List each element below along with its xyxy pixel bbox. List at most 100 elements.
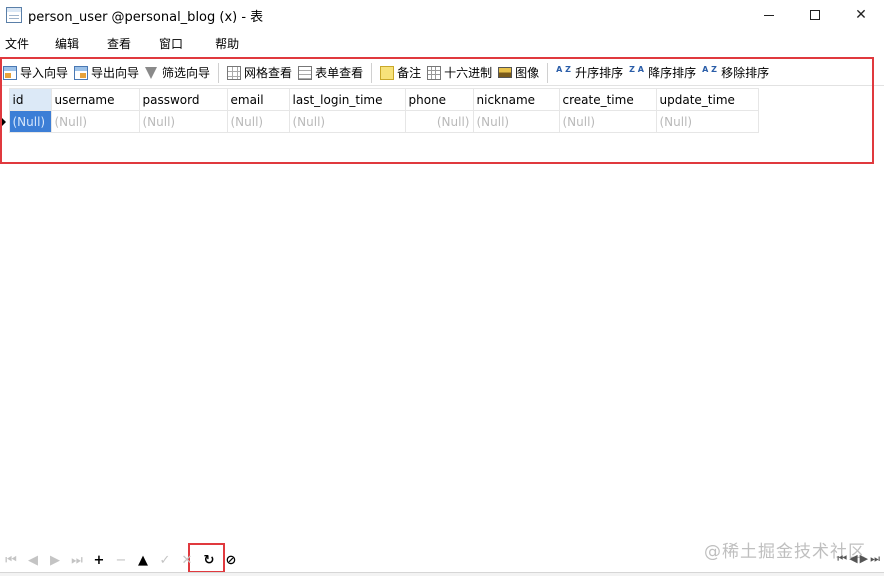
column-header-password[interactable]: password [138,88,228,111]
table-cell-id[interactable]: (Null) [8,110,52,133]
sort-desc-label: 降序排序 [648,66,697,80]
grid-view-button[interactable]: 网格查看 [224,62,295,84]
column-header-username[interactable]: username [50,88,140,111]
minimize-icon [764,14,774,16]
column-header-phone[interactable]: phone [404,88,474,111]
note-icon [380,65,395,80]
row-marker-header [0,88,9,111]
data-grid: id username password email last_login_ti… [0,88,759,133]
form-view-button[interactable]: 表单查看 [295,62,366,84]
table-icon [6,7,22,23]
apply-changes-button[interactable]: ✓ [154,549,176,571]
add-record-button[interactable]: + [88,549,110,571]
toolbar-divider [371,62,373,83]
menu-bar: 文件 编辑 查看 窗口 帮助 [0,32,241,54]
last-record-icon: ⏭ [71,552,83,568]
stop-icon: ⊘ [225,552,237,568]
check-icon: ✓ [159,552,171,568]
import-icon [3,65,17,80]
memo-button[interactable]: 备注 [377,62,424,84]
column-header-nickname[interactable]: nickname [472,88,560,111]
last-record-button[interactable]: ⏭ [66,549,88,571]
export-icon [74,65,89,80]
discard-changes-button[interactable]: ✕ [176,549,198,571]
image-label: 图像 [515,66,540,80]
column-header-email[interactable]: email [226,88,290,111]
remove-sort-button[interactable]: A Z 移除排序 [699,62,772,84]
window-title: person_user @personal_blog (x) - 表 [28,9,264,25]
menu-help[interactable]: 帮助 [213,35,241,52]
first-record-button[interactable]: ⏮ [0,549,22,571]
sort-descending-icon: Z A [629,64,644,74]
delete-record-button[interactable]: − [110,549,132,571]
filter-icon [145,66,158,79]
close-button[interactable]: ✕ [838,0,884,30]
toolbar-divider [547,62,549,83]
sort-ascending-icon: A Z [556,64,571,74]
column-header-create-time[interactable]: create_time [558,88,657,111]
remove-sort-icon: A Z [702,64,717,74]
menu-view[interactable]: 查看 [105,35,133,52]
menu-edit[interactable]: 编辑 [53,35,81,52]
refresh-icon: ↻ [203,552,215,568]
row-pointer-icon [2,117,6,126]
export-wizard-button[interactable]: 导出向导 [71,62,142,84]
table-cell-password[interactable]: (Null) [138,110,228,133]
record-navigation-bar: ⏮ ◀ ▶ ⏭ + − ▲ ✓ ✕ ↻ ⊘ [0,548,884,572]
table-cell-email[interactable]: (Null) [226,110,290,133]
page-navigation: ⏮ ◀ ▶ ⏭ [837,552,880,566]
maximize-icon [810,10,820,20]
grid-icon [227,65,242,80]
sort-desc-button[interactable]: Z A 降序排序 [626,62,699,84]
column-header-update-time[interactable]: update_time [655,88,759,111]
table-cell-create-time[interactable]: (Null) [558,110,657,133]
column-header-id[interactable]: id [8,88,52,111]
table-row[interactable]: (Null) (Null) (Null) (Null) (Null) (Null… [0,110,759,133]
close-icon: ✕ [855,7,867,23]
filter-wizard-button[interactable]: 筛选向导 [142,62,213,84]
table-cell-last-login-time[interactable]: (Null) [288,110,406,133]
memo-label: 备注 [397,66,422,80]
sort-asc-label: 升序排序 [575,66,624,80]
sort-asc-button[interactable]: A Z 升序排序 [553,62,626,84]
menu-window[interactable]: 窗口 [157,35,185,52]
header-row: id username password email last_login_ti… [0,88,759,111]
previous-record-button[interactable]: ◀ [22,549,44,571]
maximize-button[interactable] [792,0,838,30]
table-cell-phone[interactable]: (Null) [404,110,474,133]
import-wizard-button[interactable]: 导入向导 [0,62,71,84]
first-record-icon: ⏮ [5,552,17,568]
import-wizard-label: 导入向导 [20,66,69,80]
image-button[interactable]: 图像 [495,62,542,84]
table-cell-nickname[interactable]: (Null) [472,110,560,133]
refresh-button[interactable]: ↻ [198,549,220,571]
page-first-icon[interactable]: ⏮ [837,552,847,566]
hex-button[interactable]: 十六进制 [424,62,495,84]
plus-icon: + [93,552,105,568]
hex-icon [427,65,442,80]
next-record-button[interactable]: ▶ [44,549,66,571]
menu-file[interactable]: 文件 [3,35,31,52]
table-cell-username[interactable]: (Null) [50,110,140,133]
table-cell-update-time[interactable]: (Null) [655,110,759,133]
form-icon [298,65,313,80]
page-last-icon[interactable]: ⏭ [870,552,880,566]
edit-record-button[interactable]: ▲ [132,549,154,571]
export-wizard-label: 导出向导 [91,66,140,80]
form-view-label: 表单查看 [315,66,364,80]
grid-view-label: 网格查看 [244,66,293,80]
current-row-indicator [0,111,9,133]
filter-wizard-label: 筛选向导 [162,66,211,80]
minimize-button[interactable] [746,0,792,30]
hex-label: 十六进制 [444,66,493,80]
remove-sort-label: 移除排序 [721,66,770,80]
next-record-icon: ▶ [50,552,60,568]
stop-button[interactable]: ⊘ [220,549,242,571]
page-next-icon[interactable]: ▶ [860,552,868,566]
cross-icon: ✕ [181,552,193,568]
page-prev-icon[interactable]: ◀ [849,552,857,566]
column-header-last-login-time[interactable]: last_login_time [288,88,406,111]
status-bar [0,572,884,576]
window-controls: ✕ [746,0,884,30]
toolbar: 导入向导 导出向导 筛选向导 网格查看 表单查看 备注 十六进制 图像 A Z … [0,60,884,86]
